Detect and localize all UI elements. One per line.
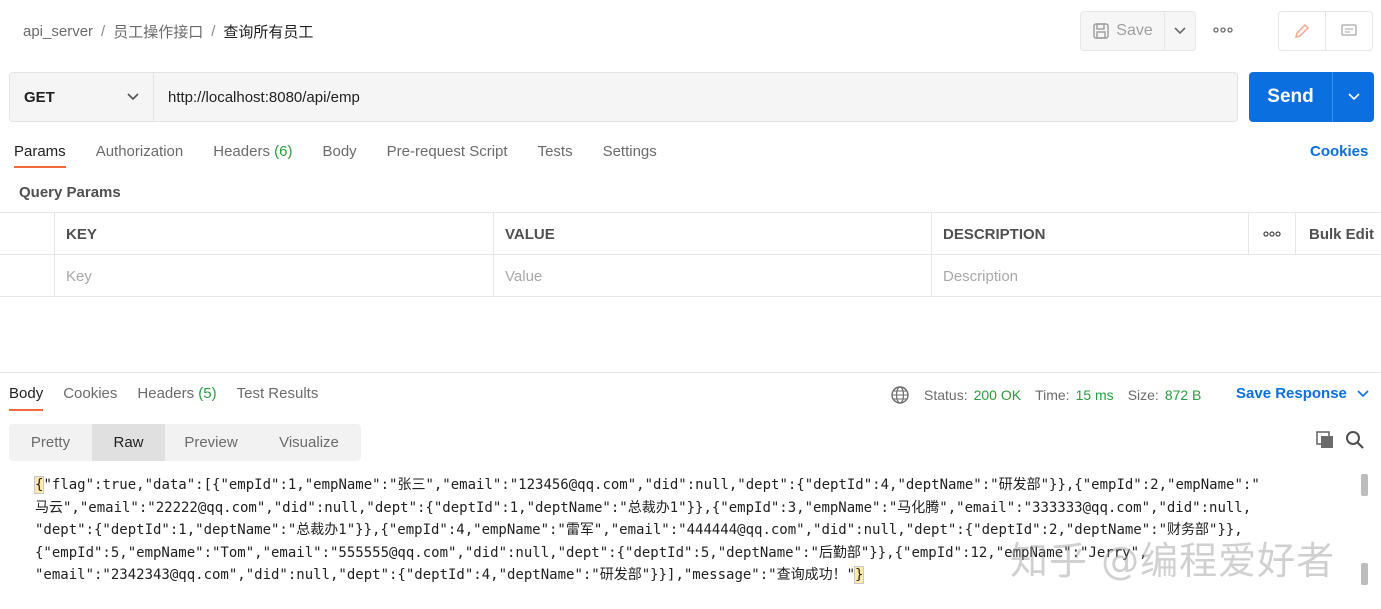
send-button-group: Send (1249, 72, 1374, 122)
copy-button[interactable] (1315, 430, 1335, 454)
tab-headers-label: Headers (213, 143, 270, 160)
method-select[interactable]: GET (10, 73, 154, 121)
cookies-link[interactable]: Cookies (1310, 143, 1368, 160)
chevron-down-icon (1357, 389, 1369, 397)
save-dropdown-button[interactable] (1165, 12, 1195, 50)
breadcrumb-separator: / (101, 23, 106, 40)
tab-authorization-label: Authorization (95, 143, 184, 160)
request-tabs: Params Authorization Headers (6) Body Pr… (14, 143, 687, 168)
view-mode-preview[interactable]: Preview (165, 424, 257, 461)
size-value: 872 B (1164, 387, 1202, 403)
url-input[interactable]: http://localhost:8080/api/emp (154, 73, 1237, 121)
breadcrumb-root[interactable]: api_server (23, 23, 93, 40)
response-tab-headers-count: (5) (198, 385, 217, 402)
column-header-description: DESCRIPTION (931, 213, 1248, 255)
tab-authorization[interactable]: Authorization (96, 143, 184, 168)
size-label: Size: (1127, 387, 1159, 403)
tab-pre-request-script-label: Pre-request Script (386, 143, 508, 160)
response-tabs: Body Cookies Headers (5) Test Results (9, 385, 338, 411)
tab-headers-count: (6) (274, 143, 293, 160)
search-button[interactable] (1345, 430, 1365, 454)
query-params-title: Query Params (19, 184, 121, 201)
time-value: 15 ms (1075, 387, 1114, 403)
tab-pre-request-script[interactable]: Pre-request Script (387, 143, 508, 168)
save-response-label: Save Response (1236, 385, 1347, 402)
view-mode-visualize[interactable]: Visualize (257, 424, 361, 461)
method-value: GET (24, 88, 55, 106)
more-options-button[interactable] (1213, 20, 1233, 38)
query-params-table: KEY VALUE DESCRIPTION Bulk Edit Key Valu… (0, 212, 1381, 297)
horizontal-scroll-marker[interactable] (1361, 563, 1368, 585)
response-divider (0, 372, 1381, 373)
view-mode-raw[interactable]: Raw (92, 424, 165, 461)
response-tab-test-results-label: Test Results (236, 385, 319, 402)
horizontal-scroll-marker[interactable] (1361, 474, 1368, 496)
column-header-value: VALUE (493, 213, 931, 255)
chevron-down-icon (1347, 93, 1360, 101)
save-button[interactable]: Save (1081, 12, 1165, 50)
edit-button[interactable] (1279, 12, 1326, 50)
response-tab-cookies[interactable]: Cookies (63, 385, 117, 411)
copy-icon (1316, 431, 1333, 448)
time-label: Time: (1035, 387, 1070, 403)
request-bar: GET http://localhost:8080/api/emp (9, 72, 1238, 122)
breadcrumb-current[interactable]: 查询所有员工 (223, 21, 313, 42)
tab-tests[interactable]: Tests (538, 143, 573, 168)
tab-headers[interactable]: Headers (6) (213, 143, 292, 168)
comment-icon (1341, 24, 1357, 36)
raw-line-text: {"empId":5,"empName":"Tom","email":"5555… (35, 544, 1148, 561)
tab-tests-label: Tests (537, 143, 573, 160)
bracket-highlight: } (853, 566, 865, 584)
raw-line: {"flag":true,"data":[{"empId":1,"empName… (33, 474, 1355, 497)
response-tab-body-label: Body (9, 385, 44, 402)
save-icon (1093, 23, 1110, 39)
chevron-down-icon (127, 93, 139, 101)
globe-icon[interactable] (890, 385, 910, 405)
column-options-button[interactable] (1248, 213, 1295, 255)
watermark: 知乎 @编程爱好者 (1010, 539, 1336, 583)
chevron-down-icon (1174, 27, 1186, 35)
tab-params[interactable]: Params (14, 143, 66, 168)
key-input[interactable]: Key (54, 255, 493, 297)
more-icon (1213, 27, 1233, 33)
raw-line-text: 马云","email":"22222@qq.com","did":null,"d… (35, 499, 1252, 516)
send-button[interactable]: Send (1249, 72, 1333, 122)
view-toggle-group (1278, 11, 1373, 51)
response-tab-cookies-label: Cookies (63, 385, 118, 402)
pencil-icon (1294, 23, 1310, 39)
response-tab-headers-label: Headers (137, 385, 195, 402)
save-button-group: Save (1080, 11, 1196, 51)
save-response-button[interactable]: Save Response (1236, 385, 1369, 402)
tab-params-label: Params (14, 143, 66, 160)
search-icon (1346, 431, 1364, 449)
tab-body-label: Body (322, 143, 357, 160)
status-label: Status: (924, 387, 968, 403)
tab-settings-label: Settings (602, 143, 657, 160)
response-status: Status: 200 OK Time: 15 ms Size: 872 B (890, 385, 1201, 405)
breadcrumb: api_server / 员工操作接口 / 查询所有员工 (23, 21, 313, 42)
bulk-edit-button[interactable]: Bulk Edit (1295, 213, 1381, 255)
breadcrumb-separator: / (211, 23, 216, 40)
response-tab-body[interactable]: Body (9, 385, 44, 411)
more-icon (1263, 231, 1281, 237)
raw-line: 马云","email":"22222@qq.com","did":null,"d… (35, 497, 1355, 520)
send-dropdown-button[interactable] (1333, 72, 1374, 122)
tab-body[interactable]: Body (322, 143, 356, 168)
response-tab-test-results[interactable]: Test Results (237, 385, 319, 411)
column-header-key: KEY (54, 213, 493, 255)
status-value: 200 OK (973, 387, 1022, 403)
raw-line-text: "email":"2342343@qq.com","did":null,"dep… (35, 567, 856, 583)
tab-settings[interactable]: Settings (603, 143, 657, 168)
breadcrumb-folder[interactable]: 员工操作接口 (113, 21, 203, 42)
value-input[interactable]: Value (493, 255, 931, 297)
view-mode-pretty[interactable]: Pretty (9, 424, 92, 461)
response-tab-headers[interactable]: Headers (5) (137, 385, 216, 411)
save-label: Save (1116, 22, 1153, 39)
table-row: Key Value Description (0, 255, 1381, 297)
description-input[interactable]: Description (931, 255, 1381, 297)
view-mode-selector: Pretty Raw Preview Visualize (9, 424, 361, 461)
raw-line-text: "flag":true,"data":[{"empId":1,"empName"… (43, 477, 1260, 493)
table-header-row: KEY VALUE DESCRIPTION Bulk Edit (0, 213, 1381, 255)
comments-button[interactable] (1326, 12, 1372, 50)
